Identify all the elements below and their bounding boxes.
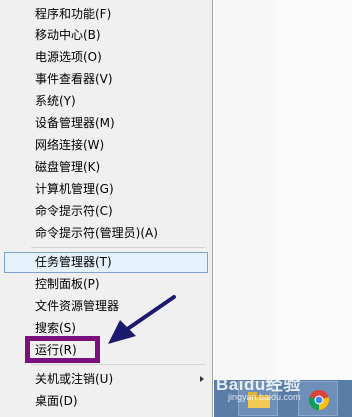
menu-item-shutdown-signout[interactable]: 关机或注销(U) [4,369,208,390]
menu-item-desktop[interactable]: 桌面(D) [4,391,208,412]
menu-item-label: 计算机管理(G) [35,182,114,196]
annotation-highlight-box [25,336,100,363]
watermark-url: jingyan.baidu.com [228,392,301,402]
menu-item-mobility-center[interactable]: 移动中心(B) [4,25,208,46]
menu-item-label: 任务管理器(T) [35,255,112,269]
annotation-arrow-icon [108,295,176,344]
menu-item-power-options[interactable]: 电源选项(O) [4,47,208,68]
menu-item-label: 桌面(D) [35,394,78,408]
menu-separator [31,247,205,248]
menu-item-command-prompt-admin[interactable]: 命令提示符(管理员)(A) [4,223,208,244]
menu-item-disk-management[interactable]: 磁盘管理(K) [4,157,208,178]
menu-item-label: 系统(Y) [35,94,76,108]
menu-item-command-prompt[interactable]: 命令提示符(C) [4,201,208,222]
submenu-arrow-icon [200,376,204,382]
taskbar-button-chrome[interactable] [298,381,338,416]
menu-item-label: 网络连接(W) [35,138,105,152]
background-pane [276,0,352,380]
menu-item-label: 控制面板(P) [35,277,100,291]
menu-item-device-manager[interactable]: 设备管理器(M) [4,113,208,134]
menu-item-event-viewer[interactable]: 事件查看器(V) [4,69,208,90]
menu-item-network-connections[interactable]: 网络连接(W) [4,135,208,156]
menu-item-computer-management[interactable]: 计算机管理(G) [4,179,208,200]
menu-item-label: 关机或注销(U) [35,372,114,386]
menu-item-label: 移动中心(B) [35,28,101,42]
chrome-icon [308,390,329,411]
menu-item-label: 磁盘管理(K) [35,160,101,174]
menu-item-system[interactable]: 系统(Y) [4,91,208,112]
menu-item-label: 电源选项(O) [35,50,102,64]
menu-item-label: 事件查看器(V) [35,72,113,86]
menu-item-label: 程序和功能(F) [35,7,112,21]
menu-item-task-manager[interactable]: 任务管理器(T) [4,252,208,273]
menu-item-label: 设备管理器(M) [35,116,115,130]
menu-item-label: 命令提示符(C) [35,204,113,218]
menu-item-label: 命令提示符(管理员)(A) [35,226,158,240]
menu-item-programs-features[interactable]: 程序和功能(F) [4,4,208,25]
menu-separator [31,364,205,365]
